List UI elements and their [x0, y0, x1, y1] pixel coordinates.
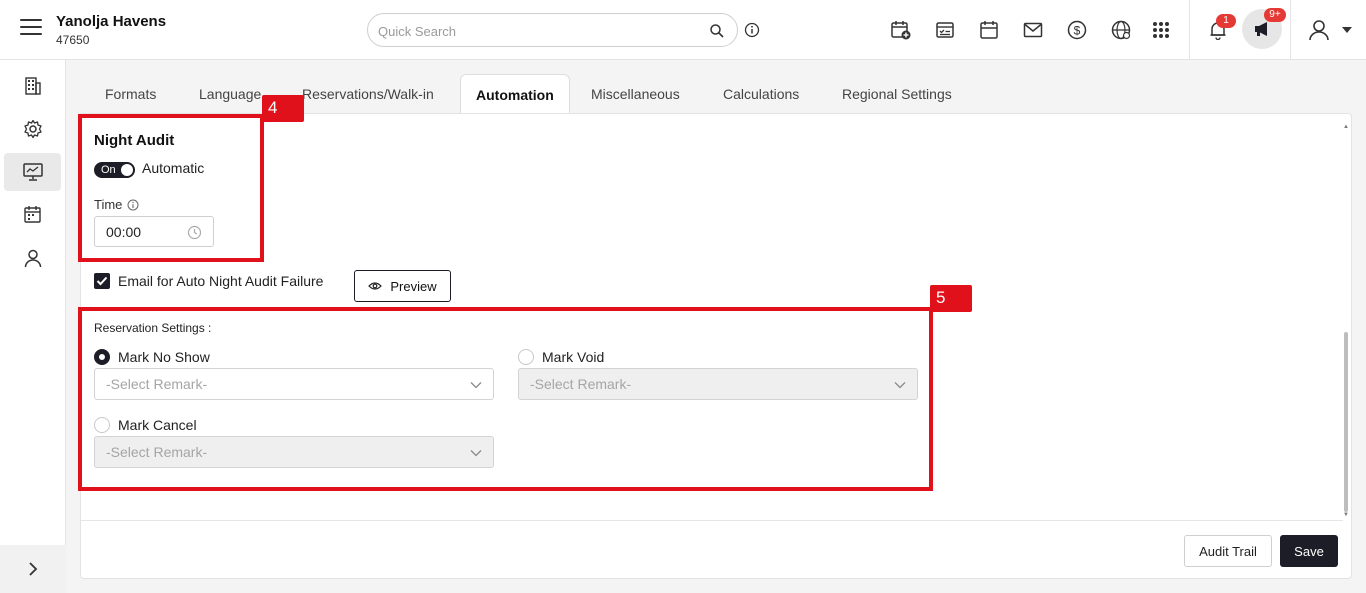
- calendar-icon[interactable]: [977, 18, 1001, 42]
- sidebar-item-property[interactable]: [4, 67, 61, 105]
- sidebar-expand-button[interactable]: [0, 545, 66, 593]
- chevron-right-icon: [29, 562, 38, 576]
- search-icon[interactable]: [709, 23, 725, 39]
- tab-automation[interactable]: Automation: [460, 74, 570, 114]
- sidebar-item-settings[interactable]: [4, 110, 61, 148]
- megaphone-icon: [1255, 22, 1267, 36]
- check-icon: [96, 276, 108, 286]
- apps-grid-icon[interactable]: [1149, 18, 1173, 42]
- checklist-calendar-icon[interactable]: [933, 18, 957, 42]
- annotation-box-5: [78, 307, 933, 491]
- annotation-box-4: [78, 114, 264, 262]
- tab-formats[interactable]: Formats: [105, 74, 156, 114]
- hamburger-menu-icon[interactable]: [20, 19, 42, 39]
- footer-divider: [81, 520, 1343, 521]
- property-name: Yanolja Havens: [56, 13, 167, 30]
- search-input[interactable]: [378, 21, 698, 41]
- info-icon[interactable]: [744, 22, 760, 38]
- user-icon: [1309, 20, 1329, 41]
- annotation-tag-4: 4: [262, 95, 304, 122]
- header-divider: [1189, 0, 1190, 60]
- scroll-down-icon[interactable]: ▼: [1343, 512, 1349, 518]
- quick-search: [367, 13, 738, 47]
- save-button[interactable]: Save: [1280, 535, 1338, 567]
- tab-regional-settings[interactable]: Regional Settings: [842, 74, 952, 114]
- property-id: 47650: [56, 33, 90, 47]
- tab-calculations[interactable]: Calculations: [723, 74, 799, 114]
- scroll-thumb[interactable]: [1344, 332, 1348, 512]
- gear-icon: [23, 119, 42, 139]
- header-divider: [1290, 0, 1291, 60]
- preview-button[interactable]: Preview: [354, 270, 451, 302]
- announcement-badge: 9+: [1264, 8, 1286, 22]
- svg-text:$: $: [1074, 24, 1081, 38]
- monitor-icon: [22, 163, 43, 181]
- building-icon: [24, 77, 41, 95]
- notification-badge: 1: [1216, 14, 1236, 28]
- top-bar: Yanolja Havens 47650 $ 1 9+: [0, 0, 1366, 60]
- left-sidebar: [0, 60, 66, 593]
- tab-language[interactable]: Language: [199, 74, 261, 114]
- calendar-add-icon[interactable]: [889, 18, 913, 42]
- preview-label: Preview: [390, 278, 437, 294]
- annotation-tag-5: 5: [930, 285, 972, 312]
- eye-icon: [368, 282, 383, 290]
- email-failure-checkbox[interactable]: [94, 273, 110, 289]
- user-menu[interactable]: [1305, 18, 1355, 42]
- user-icon: [24, 249, 41, 268]
- dollar-icon[interactable]: $: [1065, 18, 1089, 42]
- globe-icon[interactable]: [1109, 18, 1133, 42]
- tab-reservations-walk-in[interactable]: Reservations/Walk-in: [302, 74, 434, 114]
- scrollbar[interactable]: ▲ ▼: [1343, 124, 1349, 518]
- calendar-edit-icon: [23, 206, 41, 223]
- sidebar-item-reservations[interactable]: [4, 196, 61, 234]
- audit-trail-button[interactable]: Audit Trail: [1184, 535, 1272, 567]
- email-failure-label: Email for Auto Night Audit Failure: [118, 273, 324, 289]
- mail-icon[interactable]: [1021, 18, 1045, 42]
- scroll-up-icon[interactable]: ▲: [1343, 124, 1349, 130]
- caret-down-icon: [1342, 27, 1352, 33]
- sidebar-item-dashboard[interactable]: [4, 153, 61, 191]
- sidebar-item-users[interactable]: [4, 239, 61, 277]
- tab-miscellaneous[interactable]: Miscellaneous: [591, 74, 680, 114]
